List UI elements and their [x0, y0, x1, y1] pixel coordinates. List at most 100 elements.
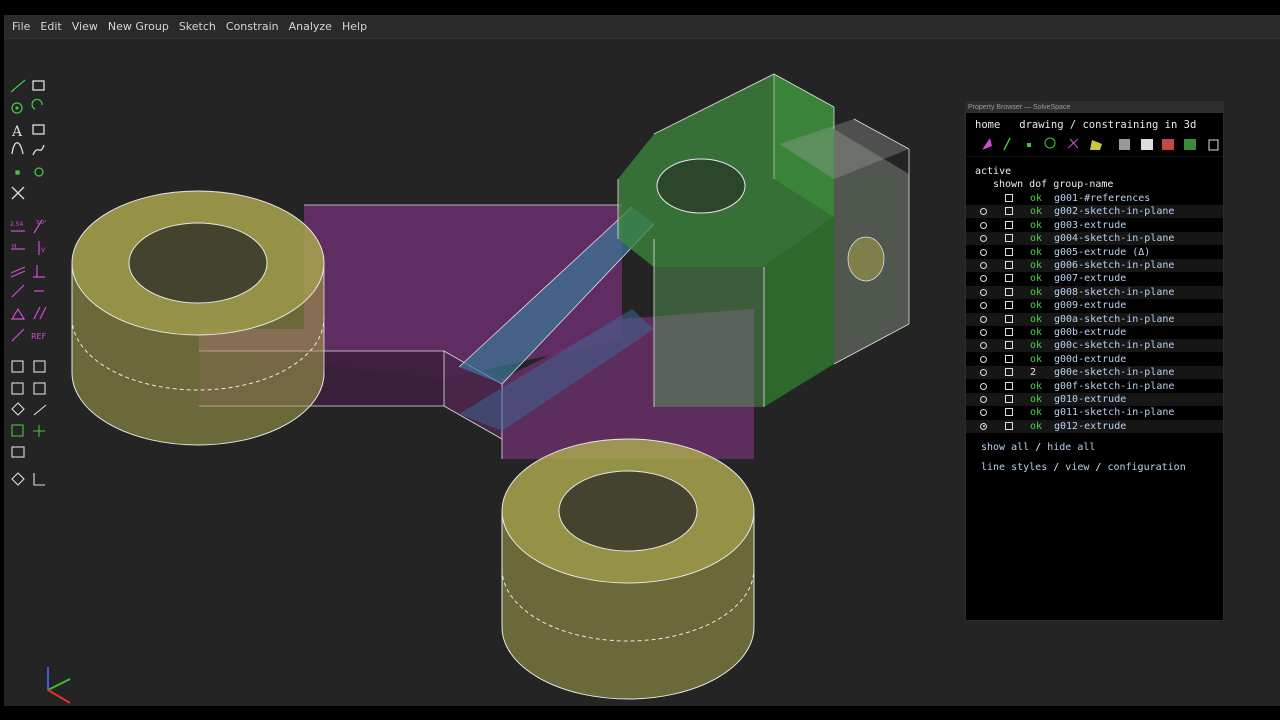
shown-checkbox[interactable] — [1005, 301, 1013, 310]
faces-filter-icon — [1090, 140, 1102, 150]
shown-checkbox[interactable] — [1005, 314, 1013, 323]
shown-checkbox[interactable] — [1005, 354, 1013, 363]
shown-checkbox[interactable] — [1005, 328, 1013, 336]
group-row[interactable]: ok g007-extrude — [966, 272, 1223, 285]
active-group-radio[interactable] — [980, 302, 987, 310]
line-icon — [10, 79, 26, 93]
group-row[interactable]: ok g00d-extrude — [966, 353, 1223, 366]
group-name-link[interactable]: g005-extrude (Δ) — [1054, 246, 1150, 259]
group-row[interactable]: ok g001-#references — [966, 192, 1223, 205]
menu-help[interactable]: Help — [342, 20, 367, 33]
group-name-link[interactable]: g00e-sketch-in-plane — [1054, 366, 1174, 379]
shown-checkbox[interactable] — [1005, 287, 1013, 296]
shown-checkbox[interactable] — [1005, 207, 1013, 216]
menu-view[interactable]: View — [72, 20, 98, 33]
home-link[interactable]: home — [975, 119, 1000, 131]
config-sep-2: / — [1089, 462, 1108, 473]
active-group-radio[interactable] — [980, 248, 987, 256]
group-row[interactable]: ok g011-sketch-in-plane — [966, 406, 1223, 419]
shown-checkbox[interactable] — [1005, 194, 1013, 202]
active-label: active — [975, 166, 1012, 177]
group-name-link[interactable]: g007-extrude — [1054, 272, 1126, 285]
menu-bar: File Edit View New Group Sketch Constrain Anal… — [4, 15, 1280, 39]
group-row[interactable]: ok g012-extrude — [966, 419, 1223, 433]
group-row[interactable]: ok g009-extrude — [966, 299, 1223, 312]
menu-file[interactable]: File — [12, 20, 30, 33]
hide-all-link[interactable]: hide all — [1047, 442, 1095, 453]
group-row[interactable]: ok g00a-sketch-in-plane — [966, 312, 1223, 326]
axis-indicator — [47, 667, 71, 704]
group-row[interactable]: ok g006-sketch-in-plane — [966, 259, 1223, 272]
active-group-radio[interactable] — [980, 262, 987, 269]
new-sketch-icon — [33, 360, 46, 373]
menu-new-group[interactable]: New Group — [108, 20, 169, 33]
group-name-link[interactable]: g011-sketch-in-plane — [1054, 406, 1174, 419]
group-row[interactable]: ok g002-sketch-in-plane — [966, 205, 1223, 219]
view-link[interactable]: view — [1065, 462, 1089, 473]
active-group-radio[interactable] — [980, 396, 987, 403]
active-group-radio[interactable] — [980, 329, 987, 336]
dof-status: ok — [1030, 394, 1043, 405]
group-name-link[interactable]: g004-sketch-in-plane — [1054, 232, 1174, 245]
group-row[interactable]: ok g004-sketch-in-plane — [966, 232, 1223, 246]
shown-checkbox[interactable] — [1005, 274, 1013, 283]
active-group-radio[interactable] — [980, 342, 987, 350]
show-all-link[interactable]: show all — [981, 442, 1029, 453]
group-name-link[interactable]: g006-sketch-in-plane — [1054, 259, 1174, 272]
active-group-radio[interactable] — [980, 422, 987, 430]
group-row[interactable]: ok g003-extrude — [966, 219, 1223, 232]
shown-checkbox[interactable] — [1005, 247, 1013, 256]
shown-checkbox[interactable] — [1005, 381, 1013, 390]
group-name-link[interactable]: g00a-sketch-in-plane — [1054, 313, 1174, 326]
group-row[interactable]: ok g00f-sketch-in-plane — [966, 380, 1223, 393]
active-group-radio[interactable] — [980, 369, 987, 377]
configuration-link[interactable]: configuration — [1107, 462, 1185, 473]
active-group-radio[interactable] — [980, 221, 987, 229]
group-name-link[interactable]: g00f-sketch-in-plane — [1054, 380, 1174, 393]
group-name-link[interactable]: g010-extrude — [1054, 393, 1126, 406]
group-name-link[interactable]: g012-extrude — [1054, 420, 1126, 433]
shown-checkbox[interactable] — [1005, 421, 1013, 430]
active-group-radio[interactable] — [980, 288, 987, 296]
group-row[interactable]: ok g010-extrude — [966, 393, 1223, 406]
active-group-radio[interactable] — [980, 235, 987, 243]
group-name-link[interactable]: g00d-extrude — [1054, 353, 1126, 366]
group-name-link[interactable]: g00b-extrude — [1054, 326, 1126, 339]
group-name-link[interactable]: g009-extrude — [1054, 299, 1126, 312]
group-row[interactable]: ok g005-extrude (Δ) — [966, 246, 1223, 259]
active-group-radio[interactable] — [980, 409, 987, 417]
menu-sketch[interactable]: Sketch — [179, 20, 216, 33]
menu-edit[interactable]: Edit — [40, 20, 61, 33]
shown-checkbox[interactable] — [1005, 368, 1013, 377]
group-name-link[interactable]: g002-sketch-in-plane — [1054, 205, 1174, 218]
shown-checkbox[interactable] — [1005, 261, 1013, 269]
shown-checkbox[interactable] — [1005, 408, 1013, 417]
group-name-link[interactable]: g003-extrude — [1054, 219, 1126, 232]
menu-constrain[interactable]: Constrain — [226, 20, 279, 33]
dof-status: ok — [1030, 353, 1043, 365]
menu-analyze[interactable]: Analyze — [289, 20, 332, 33]
group-name-link[interactable]: g001-#references — [1054, 192, 1150, 205]
active-group-radio[interactable] — [980, 382, 987, 390]
active-group-radio[interactable] — [980, 355, 987, 363]
shown-checkbox[interactable] — [1005, 395, 1013, 403]
active-group-radio[interactable] — [980, 275, 987, 283]
shown-checkbox[interactable] — [1005, 220, 1013, 229]
group-name-link[interactable]: g008-sketch-in-plane — [1054, 286, 1174, 299]
group-row[interactable]: ok g00b-extrude — [966, 326, 1223, 339]
active-group-radio[interactable] — [980, 208, 987, 216]
shown-checkbox[interactable] — [1005, 341, 1013, 350]
group-row[interactable]: ok g00c-sketch-in-plane — [966, 339, 1223, 353]
dof-status: ok — [1030, 246, 1043, 258]
active-group-radio[interactable] — [980, 315, 987, 323]
line-styles-link[interactable]: line styles — [981, 462, 1047, 473]
text-icon: A — [11, 124, 23, 140]
group-row[interactable]: ok g008-sketch-in-plane — [966, 285, 1223, 299]
group-row[interactable]: 2 g00e-sketch-in-plane — [966, 366, 1223, 380]
shown-checkbox[interactable] — [1005, 234, 1013, 243]
step-rotate-icon — [33, 404, 47, 416]
dof-status: ok — [1030, 273, 1043, 285]
rectangle-icon — [32, 80, 45, 91]
group-name-link[interactable]: g00c-sketch-in-plane — [1054, 339, 1174, 352]
equal-length-icon — [10, 307, 26, 320]
